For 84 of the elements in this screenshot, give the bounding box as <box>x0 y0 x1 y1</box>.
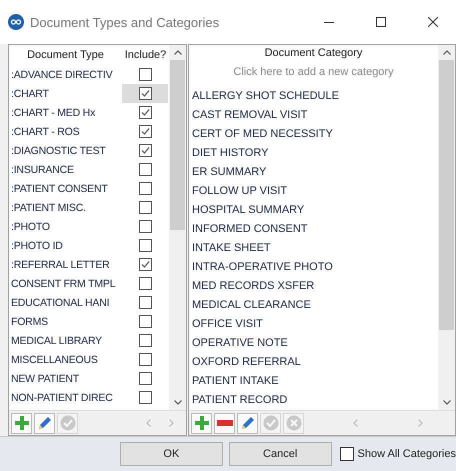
include-checkbox[interactable] <box>138 277 152 290</box>
include-checkbox[interactable] <box>138 220 152 233</box>
scroll-up-icon[interactable] <box>174 50 182 55</box>
document-category-cell[interactable]: INTRA-OPERATIVE PHOTO <box>189 258 438 277</box>
minus-icon <box>216 420 232 426</box>
dialog-button[interactable]: OK <box>120 442 223 466</box>
document-category-cell[interactable]: CERT OF MED NECESSITY <box>189 125 438 144</box>
include-checkbox[interactable] <box>138 353 152 366</box>
check-circle-icon <box>262 415 278 431</box>
show-all-checkbox[interactable]: Show All Categories <box>340 447 456 461</box>
document-category-cell[interactable]: OPERATIVE NOTE <box>189 334 438 353</box>
document-category-cell[interactable]: ALLERGY SHOT SCHEDULE <box>189 87 438 106</box>
add-category-row[interactable]: Click here to add a new category <box>189 62 438 82</box>
scrollbar[interactable] <box>169 45 186 410</box>
include-checkbox[interactable] <box>138 258 152 271</box>
scroll-up-icon[interactable] <box>442 50 450 55</box>
add-button[interactable] <box>191 412 212 434</box>
maximize-icon[interactable] <box>376 17 386 27</box>
document-type-cell[interactable]: :CHART - ROS <box>9 126 122 138</box>
document-type-cell[interactable]: :PATIENT CONSENT <box>9 182 122 194</box>
document-type-cell[interactable]: NON-PATIENT DIREC <box>9 392 122 404</box>
document-category-cell[interactable]: DIET HISTORY <box>189 144 438 163</box>
include-checkbox[interactable] <box>138 201 152 214</box>
document-type-cell[interactable]: MISCELLANEOUS <box>9 354 122 366</box>
include-checkbox[interactable] <box>138 125 152 138</box>
document-type-cell[interactable]: :INSURANCE <box>9 164 122 176</box>
include-checkbox[interactable] <box>138 106 152 119</box>
app-logo-icon <box>8 14 24 30</box>
scroll-down-icon[interactable] <box>174 400 182 405</box>
window-title: Document Types and Categories <box>30 14 220 30</box>
document-category-cell[interactable]: INTAKE SHEET <box>189 239 438 258</box>
add-button[interactable] <box>11 412 32 434</box>
remove-button[interactable] <box>214 412 235 434</box>
document-type-cell[interactable]: MEDICAL LIBRARY <box>9 334 122 346</box>
plus-icon <box>14 415 30 431</box>
include-checkbox[interactable] <box>138 315 152 328</box>
document-type-cell[interactable]: FORMS <box>9 316 122 328</box>
plus-icon <box>194 415 210 431</box>
include-cell[interactable] <box>122 84 168 103</box>
cross-circle-icon <box>286 415 302 431</box>
document-type-cell[interactable]: NEW PATIENT <box>9 372 122 384</box>
include-checkbox[interactable] <box>138 296 152 309</box>
column-header[interactable]: Document Category <box>189 47 438 60</box>
include-checkbox[interactable] <box>138 182 152 195</box>
document-type-cell[interactable]: :PHOTO ID <box>9 240 122 252</box>
document-type-cell[interactable]: :DIAGNOSTIC TEST <box>9 144 122 156</box>
scrollbar[interactable] <box>438 45 455 410</box>
column-header[interactable]: Document Type <box>9 49 122 61</box>
document-type-cell[interactable]: EDUCATIONAL HANI <box>9 296 122 308</box>
document-category-cell[interactable]: MEDICAL CLEARANCE <box>189 296 438 315</box>
document-type-cell[interactable]: :CHART <box>9 88 122 100</box>
document-type-cell[interactable]: :PATIENT MISC. <box>9 202 122 214</box>
include-checkbox[interactable] <box>138 163 152 176</box>
include-checkbox[interactable] <box>138 372 152 385</box>
include-checkbox[interactable] <box>138 87 152 100</box>
include-checkbox[interactable] <box>138 68 152 81</box>
include-checkbox[interactable] <box>138 334 152 347</box>
pencil-icon <box>36 415 52 431</box>
document-category-cell[interactable]: MED RECORDS XSFER <box>189 277 438 296</box>
document-category-cell[interactable]: OFFICE VISIT <box>189 315 438 334</box>
column-header[interactable]: Include? <box>122 49 169 61</box>
include-checkbox[interactable] <box>138 239 152 252</box>
scroll-down-icon[interactable] <box>442 400 450 405</box>
pencil-icon <box>240 415 256 431</box>
edit-button[interactable] <box>34 412 55 434</box>
document-type-cell[interactable]: :PHOTO <box>9 220 122 232</box>
document-category-cell[interactable]: HOSPITAL SUMMARY <box>189 201 438 220</box>
document-category-cell[interactable]: OXFORD REFERRAL <box>189 353 438 372</box>
check-circle-icon <box>60 415 76 431</box>
edit-button[interactable] <box>237 412 258 434</box>
close-icon[interactable] <box>428 17 438 27</box>
document-type-cell[interactable]: :REFERRAL LETTER <box>9 258 122 270</box>
document-category-cell[interactable]: CAST REMOVAL VISIT <box>189 106 438 125</box>
dialog-button[interactable]: Cancel <box>228 442 332 466</box>
document-category-cell[interactable]: PATIENT INTAKE <box>189 372 438 391</box>
document-category-cell[interactable]: INFORMED CONSENT <box>189 220 438 239</box>
document-type-cell[interactable]: :CHART - MED Hx <box>9 106 122 118</box>
include-checkbox[interactable] <box>138 144 152 157</box>
document-category-cell[interactable]: ER SUMMARY <box>189 163 438 182</box>
include-checkbox[interactable] <box>138 391 152 404</box>
document-type-cell[interactable]: CONSENT FRM TMPL <box>9 278 122 290</box>
document-type-cell[interactable]: :ADVANCE DIRECTIV <box>9 68 122 80</box>
document-category-cell[interactable]: PATIENT RECORD <box>189 391 438 410</box>
document-category-cell[interactable]: FOLLOW UP VISIT <box>189 182 438 201</box>
